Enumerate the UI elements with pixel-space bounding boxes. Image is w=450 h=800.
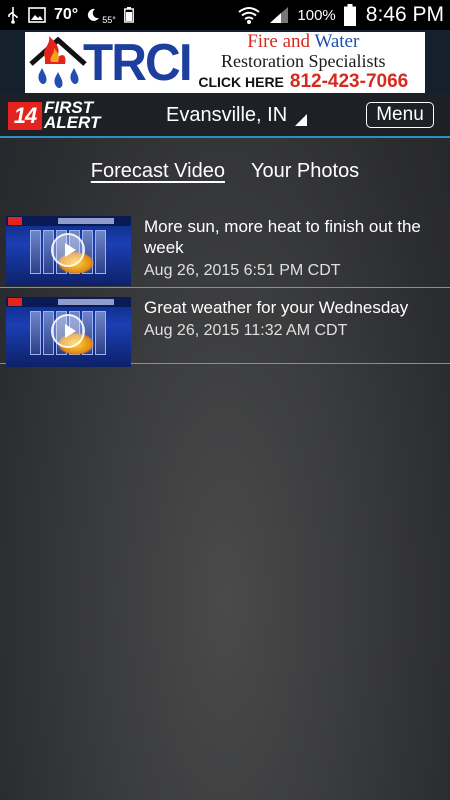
video-text: Great weather for your Wednesday Aug 26,… xyxy=(144,297,444,363)
moon-icon xyxy=(86,8,100,22)
location-label: Evansville, IN xyxy=(166,104,288,126)
logo-word-alert: ALERT xyxy=(44,113,101,132)
ad-banner[interactable]: TRCI Fire and Water Restoration Speciali… xyxy=(25,32,425,93)
content-tabs: Forecast Video Your Photos xyxy=(0,160,450,190)
video-title: Great weather for your Wednesday xyxy=(144,298,409,317)
wifi-icon xyxy=(237,5,261,25)
thumbnail-title-bar xyxy=(58,299,114,305)
video-date: Aug 26, 2015 6:51 PM CDT xyxy=(144,262,341,279)
ad-brand-name: TRCI xyxy=(83,33,193,92)
ad-headline-water: Water xyxy=(314,32,360,52)
ad-headline: Fire and Water xyxy=(247,32,359,52)
signal-icon xyxy=(269,6,289,24)
status-left: 70° 55° xyxy=(6,5,134,25)
video-thumbnail xyxy=(6,216,131,286)
clock-text: 8:46 PM xyxy=(365,3,444,26)
video-thumbnail xyxy=(6,297,131,367)
thumbnail-column xyxy=(30,311,41,355)
thumbnail-logo xyxy=(8,298,22,306)
ad-subheadline: Restoration Specialists xyxy=(221,50,386,71)
video-title: More sun, more heat to finish out the we… xyxy=(144,217,421,257)
video-list-item[interactable]: More sun, more heat to finish out the we… xyxy=(0,208,450,288)
thumbnail-logo xyxy=(8,217,22,225)
tab-forecast-video[interactable]: Forecast Video xyxy=(91,160,225,190)
low-temperature-text: 55° xyxy=(102,15,116,25)
usb-icon xyxy=(6,6,20,24)
ad-cta-row: CLICK HERE 812-423-7066 xyxy=(198,71,408,93)
ad-banner-container: TRCI Fire and Water Restoration Speciali… xyxy=(0,30,450,94)
logo-wordmark: FIRST ALERT xyxy=(44,99,101,132)
menu-button[interactable]: Menu xyxy=(366,102,434,128)
play-icon[interactable] xyxy=(51,314,85,348)
video-list-item[interactable]: Great weather for your Wednesday Aug 26,… xyxy=(0,288,450,367)
thumbnail-column xyxy=(95,311,106,355)
video-list: More sun, more heat to finish out the we… xyxy=(0,208,450,367)
thumbnail-title-bar xyxy=(58,218,114,224)
ad-cta-text: CLICK HERE xyxy=(198,74,284,91)
video-text: More sun, more heat to finish out the we… xyxy=(144,216,444,287)
temperature-text: 70° xyxy=(54,6,79,23)
battery-icon xyxy=(343,4,356,26)
image-icon xyxy=(28,7,46,23)
thumbnail-column xyxy=(95,230,106,274)
ad-text-block: Fire and Water Restoration Specialists C… xyxy=(198,32,408,93)
battery-percent-text: 100% xyxy=(297,6,336,24)
status-bar: 70° 55° 100% 8:46 PM xyxy=(0,0,450,30)
thumbnail-column xyxy=(30,230,41,274)
video-date: Aug 26, 2015 11:32 AM CDT xyxy=(144,322,348,339)
battery-small-icon xyxy=(123,7,134,23)
ad-phone-number: 812-423-7066 xyxy=(289,71,409,93)
location-selector[interactable]: Evansville, IN xyxy=(166,104,308,127)
status-right: 100% 8:46 PM xyxy=(237,3,444,27)
play-icon[interactable] xyxy=(51,233,85,267)
app-header: 14 FIRST ALERT Evansville, IN Menu xyxy=(0,94,450,138)
ad-headline-fire: Fire and xyxy=(247,32,311,52)
first-alert-logo: 14 FIRST ALERT xyxy=(8,99,114,132)
tab-your-photos[interactable]: Your Photos xyxy=(251,160,359,190)
dropdown-caret-icon xyxy=(295,113,308,126)
fire-water-house-logo-icon xyxy=(27,34,89,92)
logo-channel-number: 14 xyxy=(8,102,42,130)
